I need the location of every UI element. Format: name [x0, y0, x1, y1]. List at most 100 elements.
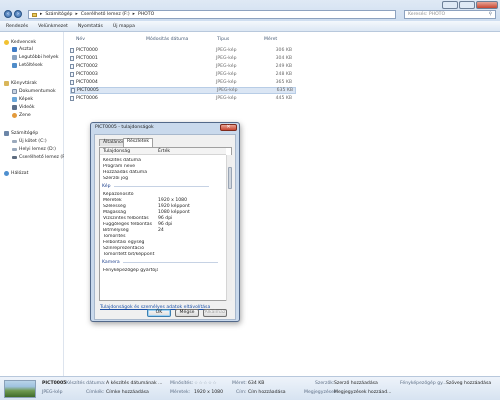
file-row-selected[interactable]: PICT0005 JPEG-kép 635 KB: [70, 87, 296, 94]
details-value[interactable]: Címke hozzáadása: [106, 390, 149, 395]
property-name: Szélesség: [103, 203, 126, 209]
dialog-body: Általános Részletek Tulajdonság Érték Ké…: [94, 134, 236, 320]
address-segment-folder[interactable]: PHOTO: [138, 12, 154, 17]
sidebar-item-drive-c[interactable]: Új kötet (C:): [12, 138, 47, 145]
sidebar-item-videos[interactable]: Videók: [12, 104, 35, 111]
details-value[interactable]: Megjegyzések hozzáad...: [334, 390, 392, 395]
section-label: Kép: [102, 183, 111, 189]
file-row[interactable]: PICT0004 JPEG-kép 365 KB: [70, 79, 296, 86]
forward-button[interactable]: ›: [14, 10, 22, 18]
sidebar-item-desktop[interactable]: Asztal: [12, 46, 33, 53]
sidebar-header-computer[interactable]: Számítógép: [4, 130, 38, 137]
property-value: 1080 képpont: [158, 209, 190, 215]
ok-button[interactable]: OK: [147, 309, 171, 317]
cancel-button[interactable]: Mégse: [175, 309, 199, 317]
file-size: 445 KB: [275, 96, 292, 101]
address-separator: ▸: [40, 12, 43, 17]
details-value[interactable]: Szöveg hozzáadása: [446, 381, 491, 386]
details-filename: PICT0005: [42, 381, 67, 386]
removable-drive-icon: [12, 156, 17, 159]
file-name: PICT0000: [76, 48, 98, 53]
details-value[interactable]: Cím hozzáadása: [248, 390, 286, 395]
property-row[interactable]: Fényképezőgép gyártója: [100, 267, 224, 273]
column-header-property[interactable]: Tulajdonság: [100, 149, 158, 154]
sidebar-header-favorites[interactable]: Kedvencek: [4, 39, 36, 46]
column-header-date[interactable]: Módosítás dátuma: [146, 37, 188, 42]
file-size: 635 KB: [276, 88, 293, 93]
sidebar-item-drive-d[interactable]: Helyi lemez (D:): [12, 146, 56, 153]
computer-icon: [4, 131, 9, 136]
property-value: 96 dpi: [158, 221, 173, 227]
back-button[interactable]: ‹: [4, 10, 12, 18]
property-value: 24: [158, 227, 164, 233]
column-header-value[interactable]: Érték: [158, 149, 170, 154]
sidebar-item-pictures[interactable]: Képek: [12, 96, 33, 103]
details-value[interactable]: A készítés dátumának ...: [106, 381, 162, 386]
file-type: JPEG-kép: [216, 56, 237, 61]
apply-button[interactable]: Alkalmaz: [203, 309, 227, 317]
image-file-icon: [70, 64, 74, 69]
file-row[interactable]: PICT0006 JPEG-kép 445 KB: [70, 95, 296, 102]
videos-icon: [12, 105, 17, 110]
property-name: Tömörített bit/képpont: [103, 251, 155, 257]
image-file-icon: [70, 56, 74, 61]
property-list-scrollbar[interactable]: [226, 155, 232, 301]
property-row[interactable]: Tömörített bit/képpont: [100, 251, 224, 257]
column-header-name[interactable]: Név: [76, 37, 85, 42]
search-input[interactable]: Keresés: PHOTO ⚲: [404, 10, 496, 19]
property-name: Bitmélység: [103, 227, 129, 233]
drive-icon: [12, 148, 17, 151]
address-segment-drive[interactable]: Cserélhető lemez (F:): [81, 12, 130, 17]
sidebar-item-documents[interactable]: Dokumentumok: [12, 88, 56, 95]
details-value: 1920 x 1080: [194, 390, 224, 395]
section-label: Kamera: [102, 259, 120, 265]
details-value[interactable]: Szerző hozzáadása: [334, 381, 378, 386]
file-name: PICT0002: [76, 64, 98, 69]
file-name: PICT0005: [77, 88, 99, 93]
details-label: Megjegyzések:: [304, 390, 339, 395]
file-name: PICT0004: [76, 80, 98, 85]
sidebar-item-downloads[interactable]: Letöltések: [12, 62, 43, 69]
downloads-icon: [12, 63, 17, 68]
new-folder-button[interactable]: Új mappa: [113, 24, 135, 29]
sidebar-item-network[interactable]: Hálózat: [4, 170, 28, 177]
sidebar-item-recent-places[interactable]: Legutóbbi helyek: [12, 54, 59, 61]
details-filetype: JPEG-kép: [42, 390, 63, 395]
share-button[interactable]: Velünkmezet: [38, 24, 68, 29]
minimize-button[interactable]: [442, 1, 458, 9]
sidebar-item-label: Hálózat: [11, 171, 29, 176]
close-window-button[interactable]: [476, 1, 498, 9]
property-row[interactable]: Szerzői jog: [100, 175, 224, 181]
details-label: Méret:: [232, 381, 247, 386]
search-placeholder: Keresés: PHOTO: [408, 12, 446, 17]
address-separator: ▸: [75, 12, 78, 17]
sidebar-item-label: Új kötet (C:): [19, 139, 47, 144]
file-row[interactable]: PICT0002 JPEG-kép 249 KB: [70, 63, 296, 70]
dialog-close-button[interactable]: ✕: [220, 124, 237, 131]
column-header-size[interactable]: Méret: [264, 37, 277, 42]
address-segment-computer[interactable]: Számítógép: [45, 12, 72, 17]
details-label: Cím:: [236, 390, 247, 395]
address-bar[interactable]: ▸ Számítógép ▸ Cserélhető lemez (F:) ▸ P…: [28, 10, 396, 19]
tab-details[interactable]: Részletek: [123, 138, 154, 147]
image-file-icon: [70, 72, 74, 77]
file-row[interactable]: PICT0003 JPEG-kép 248 KB: [70, 71, 296, 78]
file-size: 249 KB: [275, 64, 292, 69]
column-header-type[interactable]: Típus: [217, 37, 229, 42]
file-type: JPEG-kép: [216, 48, 237, 53]
file-type: JPEG-kép: [216, 80, 237, 85]
print-button[interactable]: Nyomtatás: [78, 24, 103, 29]
sidebar-item-music[interactable]: Zene: [12, 112, 31, 119]
search-icon: ⚲: [488, 12, 492, 17]
organize-button[interactable]: Rendezés: [6, 24, 28, 29]
sidebar-item-drive-f[interactable]: Cserélhető lemez (F:): [12, 154, 68, 161]
property-name: Hozzáadás dátuma: [103, 169, 148, 175]
file-row[interactable]: PICT0001 JPEG-kép 304 KB: [70, 55, 296, 62]
details-label: Címkék:: [86, 390, 105, 395]
scrollbar-thumb[interactable]: [228, 167, 232, 189]
maximize-button[interactable]: [459, 1, 475, 9]
star-icon: [4, 40, 9, 45]
rating-stars[interactable]: ☆☆☆☆☆: [194, 381, 217, 386]
file-row[interactable]: PICT0000 JPEG-kép 306 KB: [70, 47, 296, 54]
sidebar-header-libraries[interactable]: Könyvtárak: [4, 80, 37, 87]
